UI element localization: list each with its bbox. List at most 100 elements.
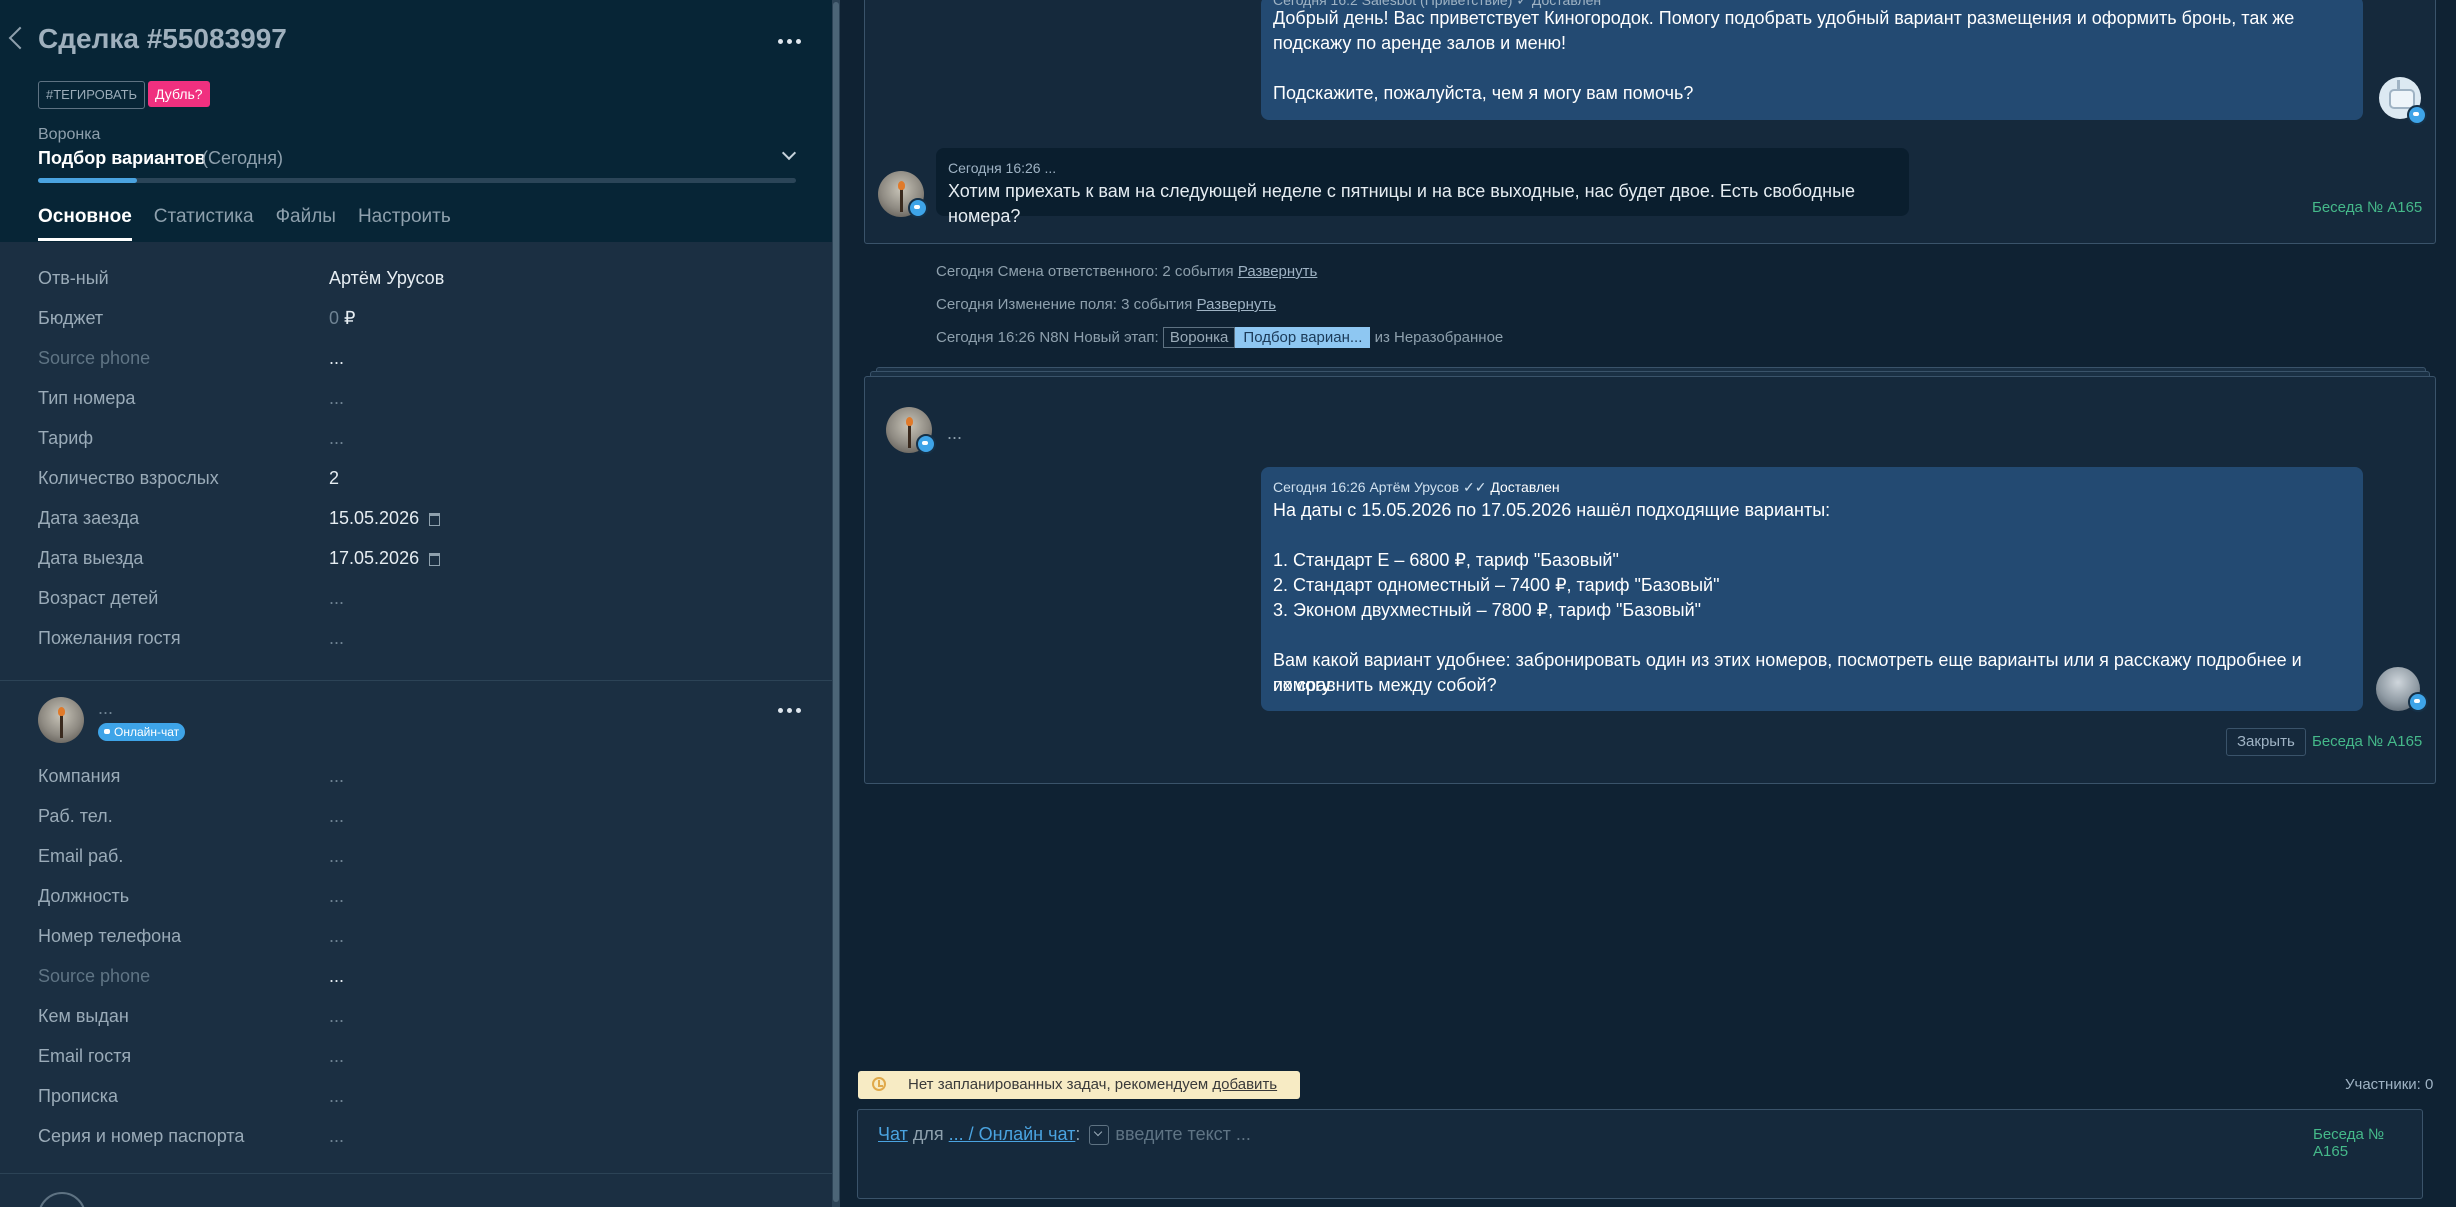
field-adults-count[interactable]: Количество взрослых 2 (38, 468, 798, 498)
contact-field-passport[interactable]: Серия и номер паспорта ... (38, 1126, 798, 1156)
field-value[interactable]: ... (329, 1006, 344, 1027)
avatar-image-detail (58, 707, 66, 717)
contact-menu-icon[interactable] (778, 708, 801, 713)
tab-configure[interactable]: Настроить (358, 206, 451, 241)
message-meta: Сегодня 16:26 Артём Урусов ✓✓ Доставлен (1273, 475, 1560, 500)
calendar-icon[interactable] (429, 512, 441, 526)
field-value[interactable]: Артём Урусов (329, 268, 444, 289)
contact-field-position[interactable]: Должность ... (38, 886, 798, 916)
field-value[interactable]: ... (329, 1046, 344, 1067)
conversation-link[interactable]: Беседа № А165 (2312, 199, 2422, 216)
section-divider (0, 680, 832, 681)
currency-symbol: ₽ (344, 308, 356, 328)
contact-field-work-phone[interactable]: Раб. тел. ... (38, 806, 798, 836)
stage-dropdown-chevron-icon[interactable] (781, 145, 797, 161)
calendar-icon[interactable] (429, 552, 441, 566)
field-value[interactable]: ... (329, 846, 344, 867)
conversation-link[interactable]: Беседа № А165 (2312, 733, 2422, 750)
online-chat-badge: Онлайн-чат (98, 723, 186, 741)
field-label: Email гостя (38, 1046, 132, 1066)
field-value[interactable]: ... (329, 806, 344, 827)
field-value[interactable]: 2 (329, 468, 339, 489)
expand-link[interactable]: Развернуть (1197, 296, 1277, 313)
sidebar-scrollbar[interactable] (832, 0, 840, 1207)
field-value[interactable]: ... (329, 1126, 344, 1147)
contact-field-registration[interactable]: Прописка ... (38, 1086, 798, 1116)
message-composer[interactable]: Чат для ... / Онлайн чат: введите текст … (857, 1109, 2423, 1199)
chat-target-link[interactable]: ... / Онлайн чат (949, 1124, 1076, 1144)
pipeline-stage[interactable]: Подбор вариантов (38, 148, 206, 169)
reply-line: На даты с 15.05.2026 по 17.05.2026 нашёл… (1273, 500, 1831, 520)
sender-name: ... (947, 423, 963, 443)
field-label: Раб. тел. (38, 806, 113, 826)
back-chevron-icon[interactable] (8, 26, 32, 50)
message-input[interactable]: введите текст ... (1115, 1124, 1251, 1144)
participants-count[interactable]: Участники: 0 (2345, 1076, 2433, 1093)
contact-field-company[interactable]: Компания ... (38, 766, 798, 796)
section-divider (0, 1173, 832, 1174)
expand-link[interactable]: Развернуть (1238, 263, 1318, 280)
contact-avatar[interactable] (38, 697, 84, 743)
contact-field-phone[interactable]: Номер телефона ... (38, 926, 798, 956)
deal-menu-icon[interactable] (778, 39, 801, 44)
delivery-status: Доставлен (1490, 479, 1560, 495)
field-children-age[interactable]: Возраст детей ... (38, 588, 798, 618)
stage-progress-fill (38, 178, 137, 183)
field-label: Дата выезда (38, 548, 144, 568)
field-value[interactable]: ... (329, 588, 344, 609)
duplicate-badge[interactable]: Дубль? (148, 81, 210, 107)
field-value[interactable]: ... (329, 966, 344, 987)
field-value[interactable]: ... (329, 926, 344, 947)
tab-main[interactable]: Основное (38, 206, 132, 241)
field-label: Номер телефона (38, 926, 182, 946)
deal-header: Сделка #55083997 #ТЕГИРОВАТЬ Дубль? Воро… (0, 0, 832, 242)
tag-tegirovat[interactable]: #ТЕГИРОВАТЬ (38, 81, 146, 109)
field-value-wrap[interactable]: 0 ₽ (329, 308, 355, 329)
field-value[interactable]: ... (329, 428, 344, 449)
event-text: Сегодня 16:26 N8N Новый этап: (936, 329, 1159, 346)
avatar-image-detail (898, 181, 906, 191)
add-task-link[interactable]: добавить (1212, 1076, 1277, 1093)
reply-line: 3. Эконом двухместный – 7800 ₽, тариф "Б… (1273, 600, 1702, 620)
scrollbar-thumb[interactable] (833, 2, 839, 1202)
field-label: Дата заезда (38, 508, 140, 528)
tab-statistics[interactable]: Статистика (154, 206, 254, 241)
close-conversation-button[interactable]: Закрыть (2226, 728, 2306, 756)
field-value[interactable]: ... (329, 388, 344, 409)
field-guest-wishes[interactable]: Пожелания гостя ... (38, 628, 798, 658)
contact-field-issued-by[interactable]: Кем выдан ... (38, 1006, 798, 1036)
contact-field-work-email[interactable]: Email раб. ... (38, 846, 798, 876)
field-check-in-date[interactable]: Дата заезда 15.05.2026 (38, 508, 798, 538)
contact-field-source-phone[interactable]: Source phone ... (38, 966, 798, 996)
conversation-label[interactable]: Беседа № А165 (2313, 1126, 2422, 1160)
field-check-out-date[interactable]: Дата выезда 17.05.2026 (38, 548, 798, 578)
chat-type-link[interactable]: Чат (878, 1124, 908, 1144)
field-budget[interactable]: Бюджет 0 ₽ (38, 308, 798, 338)
tab-files[interactable]: Файлы (276, 206, 336, 241)
client-message: Сегодня 16:26 ... Хотим приехать к вам н… (936, 148, 1909, 226)
reply-meta: Сегодня 16:26 Артём Урусов (1273, 479, 1460, 495)
field-tariff[interactable]: Тариф ... (38, 428, 798, 458)
field-value[interactable]: ... (329, 886, 344, 907)
field-value[interactable]: ... (329, 766, 344, 787)
agent-reply-message: Сегодня 16:26 Артём Урусов ✓✓ Доставлен … (1261, 467, 2363, 711)
field-value[interactable]: ... (329, 1086, 344, 1107)
bot-message-line: Добрый день! Вас приветствует Киногородо… (1273, 8, 2295, 28)
contact-field-guest-email[interactable]: Email гостя ... (38, 1046, 798, 1076)
field-value-wrap[interactable]: 15.05.2026 (329, 508, 441, 529)
field-label: Серия и номер паспорта (38, 1126, 245, 1146)
field-responsible[interactable]: Отв-ный Артём Урусов (38, 268, 798, 298)
field-source-phone[interactable]: Source phone ... (38, 348, 798, 378)
event-text: Сегодня Смена ответственного: 2 события (936, 263, 1234, 280)
field-value[interactable]: ... (329, 348, 344, 369)
field-label: Source phone (38, 966, 151, 986)
template-dropdown-icon[interactable] (1089, 1125, 1110, 1146)
stage-date: (Сегодня) (202, 148, 283, 168)
field-label: Кем выдан (38, 1006, 129, 1026)
field-value-wrap[interactable]: 17.05.2026 (329, 548, 441, 569)
add-contact-button[interactable] (38, 1192, 86, 1207)
field-room-type[interactable]: Тип номера ... (38, 388, 798, 418)
contact-name[interactable]: ... (98, 698, 113, 719)
field-value: 15.05.2026 (329, 508, 420, 528)
field-value[interactable]: ... (329, 628, 344, 649)
